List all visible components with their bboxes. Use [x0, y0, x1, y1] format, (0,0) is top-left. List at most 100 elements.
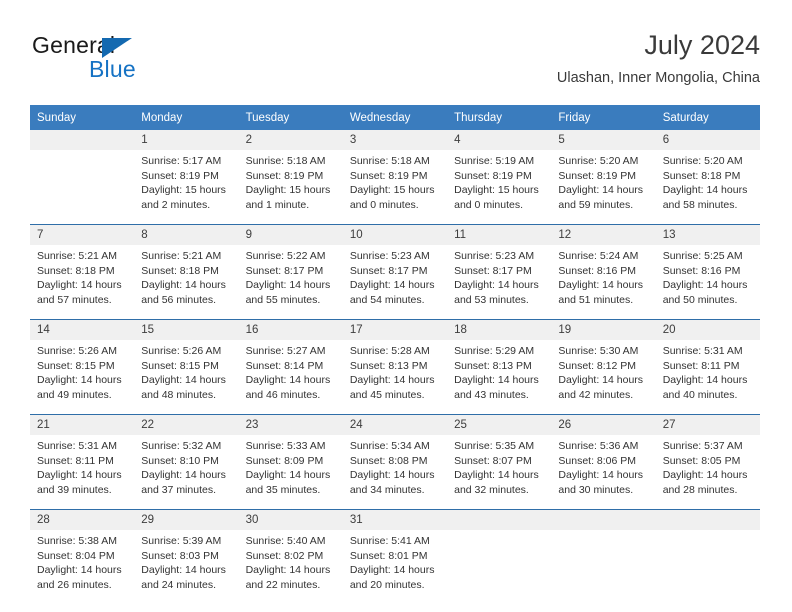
day-detail-line: Sunrise: 5:22 AM — [245, 250, 326, 262]
day-detail-line: Sunset: 8:07 PM — [454, 454, 532, 467]
day-detail-line: and 53 minutes. — [454, 293, 529, 306]
day-number[interactable]: 17 — [342, 319, 448, 340]
week-detail-row: Sunrise: 5:17 AM Sunset: 8:19 PM Daylight:… — [30, 150, 760, 225]
day-cell[interactable]: Sunrise: 5:24 AM Sunset: 8:16 PM Daylight:… — [551, 245, 656, 320]
day-detail-line: Sunset: 8:18 PM — [141, 264, 219, 277]
week-detail-row: Sunrise: 5:26 AM Sunset: 8:15 PM Daylight:… — [30, 340, 760, 415]
day-cell[interactable]: Sunrise: 5:23 AM Sunset: 8:17 PM Daylight:… — [342, 245, 448, 320]
day-detail-line: Sunset: 8:13 PM — [454, 359, 532, 372]
day-detail-line: Sunrise: 5:31 AM — [662, 345, 743, 357]
day-detail-line: Sunset: 8:08 PM — [349, 454, 428, 467]
day-number[interactable]: 8 — [134, 224, 239, 245]
day-cell[interactable]: Sunrise: 5:32 AM Sunset: 8:10 PM Daylight:… — [134, 435, 239, 510]
day-cell[interactable]: Sunrise: 5:20 AM Sunset: 8:19 PM Daylight:… — [551, 150, 656, 225]
day-detail-line: Sunrise: 5:41 AM — [349, 535, 430, 547]
day-detail-line: Sunrise: 5:31 AM — [37, 440, 117, 452]
day-detail-line: and 48 minutes. — [141, 388, 216, 401]
day-cell[interactable]: Sunrise: 5:37 AM Sunset: 8:05 PM Daylight:… — [655, 435, 760, 510]
weekday-header-wednesday: Wednesday — [342, 105, 448, 130]
day-cell[interactable]: Sunrise: 5:39 AM Sunset: 8:03 PM Daylight:… — [134, 530, 239, 604]
day-detail-line: Daylight: 14 hours — [37, 279, 122, 291]
day-cell[interactable]: Sunrise: 5:18 AM Sunset: 8:19 PM Daylight:… — [238, 150, 343, 225]
day-detail-line: Sunrise: 5:32 AM — [141, 440, 222, 452]
day-detail-line: Sunset: 8:16 PM — [558, 264, 637, 277]
day-cell[interactable]: Sunrise: 5:40 AM Sunset: 8:02 PM Daylight:… — [238, 530, 343, 604]
day-cell[interactable]: Sunrise: 5:38 AM Sunset: 8:04 PM Daylight:… — [30, 530, 135, 604]
day-cell[interactable]: Sunrise: 5:27 AM Sunset: 8:14 PM Daylight:… — [238, 340, 343, 415]
day-number-empty — [30, 130, 135, 150]
day-detail-line: Sunset: 8:15 PM — [141, 359, 219, 372]
day-detail-line: Sunset: 8:05 PM — [662, 454, 741, 467]
day-number[interactable]: 15 — [134, 319, 239, 340]
day-cell[interactable]: Sunrise: 5:30 AM Sunset: 8:12 PM Daylight:… — [551, 340, 656, 415]
day-cell[interactable]: Sunrise: 5:34 AM Sunset: 8:08 PM Daylight:… — [342, 435, 448, 510]
day-number[interactable]: 11 — [447, 224, 552, 245]
brand-logo[interactable]: General Blue — [32, 32, 232, 88]
day-cell[interactable]: Sunrise: 5:21 AM Sunset: 8:18 PM Daylight:… — [134, 245, 239, 320]
day-cell[interactable]: Sunrise: 5:20 AM Sunset: 8:18 PM Daylight:… — [655, 150, 760, 225]
day-number[interactable]: 27 — [655, 414, 760, 435]
day-detail-line: Daylight: 14 hours — [37, 564, 122, 576]
day-number[interactable]: 4 — [447, 130, 552, 150]
weekday-header-friday: Friday — [551, 105, 656, 130]
day-number[interactable]: 19 — [551, 319, 656, 340]
day-cell[interactable]: Sunrise: 5:35 AM Sunset: 8:07 PM Daylight:… — [447, 435, 552, 510]
day-number[interactable]: 9 — [238, 224, 343, 245]
day-number[interactable]: 14 — [30, 319, 135, 340]
day-cell[interactable]: Sunrise: 5:29 AM Sunset: 8:13 PM Daylight:… — [447, 340, 552, 415]
day-number[interactable]: 6 — [655, 130, 760, 150]
day-detail-line: Sunset: 8:17 PM — [454, 264, 532, 277]
day-number[interactable]: 25 — [447, 414, 552, 435]
day-cell[interactable]: Sunrise: 5:26 AM Sunset: 8:15 PM Daylight:… — [30, 340, 135, 415]
day-cell[interactable]: Sunrise: 5:25 AM Sunset: 8:16 PM Daylight:… — [655, 245, 760, 320]
day-number[interactable]: 12 — [551, 224, 656, 245]
day-cell[interactable]: Sunrise: 5:36 AM Sunset: 8:06 PM Daylight:… — [551, 435, 656, 510]
day-number[interactable]: 13 — [655, 224, 760, 245]
day-number[interactable]: 20 — [655, 319, 760, 340]
day-detail-line: Sunset: 8:19 PM — [558, 169, 637, 182]
day-number[interactable]: 31 — [342, 509, 448, 530]
day-detail-line: and 0 minutes. — [349, 198, 419, 211]
day-cell[interactable]: Sunrise: 5:21 AM Sunset: 8:18 PM Daylight:… — [30, 245, 135, 320]
day-cell[interactable]: Sunrise: 5:23 AM Sunset: 8:17 PM Daylight:… — [447, 245, 552, 320]
day-detail-line: Daylight: 14 hours — [245, 279, 331, 291]
day-number[interactable]: 21 — [30, 414, 135, 435]
day-number[interactable]: 7 — [30, 224, 135, 245]
day-detail-line: Sunrise: 5:17 AM — [141, 155, 222, 167]
day-cell[interactable]: Sunrise: 5:31 AM Sunset: 8:11 PM Daylight:… — [30, 435, 135, 510]
day-number[interactable]: 2 — [238, 130, 343, 150]
day-number[interactable]: 29 — [134, 509, 239, 530]
day-cell[interactable]: Sunrise: 5:41 AM Sunset: 8:01 PM Daylight:… — [342, 530, 448, 604]
day-number[interactable]: 24 — [342, 414, 448, 435]
day-number[interactable]: 1 — [134, 130, 239, 150]
day-cell[interactable]: Sunrise: 5:26 AM Sunset: 8:15 PM Daylight:… — [134, 340, 239, 415]
day-detail-line: Sunrise: 5:23 AM — [454, 250, 535, 262]
day-number[interactable]: 18 — [447, 319, 552, 340]
day-number[interactable]: 23 — [238, 414, 343, 435]
day-number[interactable]: 3 — [342, 130, 448, 150]
day-number[interactable]: 10 — [342, 224, 448, 245]
day-detail-line: Sunrise: 5:21 AM — [141, 250, 222, 262]
day-cell[interactable]: Sunrise: 5:17 AM Sunset: 8:19 PM Daylight:… — [134, 150, 239, 225]
day-cell[interactable]: Sunrise: 5:19 AM Sunset: 8:19 PM Daylight:… — [447, 150, 552, 225]
day-number[interactable]: 30 — [238, 509, 343, 530]
day-detail-line: Daylight: 14 hours — [454, 469, 539, 481]
day-detail-line: Sunset: 8:19 PM — [141, 169, 219, 182]
day-number[interactable]: 28 — [30, 509, 135, 530]
week-daynumber-row: 123456 — [30, 130, 760, 150]
day-cell[interactable]: Sunrise: 5:31 AM Sunset: 8:11 PM Daylight:… — [655, 340, 760, 415]
day-cell[interactable]: Sunrise: 5:18 AM Sunset: 8:19 PM Daylight:… — [342, 150, 448, 225]
day-number[interactable]: 22 — [134, 414, 239, 435]
day-detail-line: Sunset: 8:01 PM — [349, 549, 428, 562]
day-detail-line: and 42 minutes. — [558, 388, 634, 401]
day-number[interactable]: 16 — [238, 319, 343, 340]
day-cell[interactable]: Sunrise: 5:33 AM Sunset: 8:09 PM Daylight:… — [238, 435, 343, 510]
day-detail-line: Daylight: 14 hours — [558, 279, 644, 291]
day-cell[interactable]: Sunrise: 5:28 AM Sunset: 8:13 PM Daylight:… — [342, 340, 448, 415]
day-number[interactable]: 26 — [551, 414, 656, 435]
day-cell[interactable]: Sunrise: 5:22 AM Sunset: 8:17 PM Daylight:… — [238, 245, 343, 320]
day-detail-line: and 1 minute. — [245, 198, 310, 211]
day-number[interactable]: 5 — [551, 130, 656, 150]
week-detail-row: Sunrise: 5:38 AM Sunset: 8:04 PM Daylight:… — [30, 530, 760, 604]
day-detail-line: and 28 minutes. — [662, 483, 738, 496]
